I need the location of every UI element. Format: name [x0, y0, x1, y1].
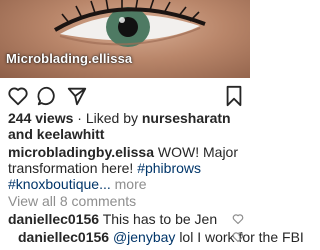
view-all-comments-link[interactable]: View all 8 comments	[8, 193, 136, 209]
liked-by-user-link[interactable]: nursesharatn	[142, 110, 231, 126]
eye-closeup-illustration	[53, 0, 206, 47]
comment-mention[interactable]: @jenybay	[113, 229, 175, 245]
image-watermark-text: Microblading.ellissa	[6, 51, 133, 66]
liked-by-and: and	[8, 126, 33, 142]
comment-like-heart-icon[interactable]	[232, 212, 244, 230]
bookmark-icon[interactable]	[224, 85, 244, 112]
liked-by-prefix: · Liked by	[77, 110, 138, 126]
comment-like-heart-icon[interactable]	[232, 230, 244, 248]
comment-item: daniellec0156 @jenybay lol I work for th…	[18, 229, 304, 245]
liked-by-user-link[interactable]: keelawhitt	[37, 126, 105, 142]
comment-icon[interactable]	[36, 85, 58, 112]
view-count[interactable]: 244 views	[8, 110, 73, 126]
caption-username[interactable]: microbladingby.elissa	[8, 144, 154, 160]
post-image[interactable]: Microblading.ellissa	[0, 0, 250, 78]
comment-text: This has to be Jen	[102, 211, 218, 227]
comment-username[interactable]: daniellec0156	[8, 211, 99, 227]
likes-summary-line2: and keelawhitt	[8, 126, 104, 142]
comment-username[interactable]: daniellec0156	[18, 229, 109, 245]
heart-icon[interactable]	[7, 85, 29, 112]
likes-summary: 244 views · Liked by nursesharatn	[8, 110, 231, 126]
caption-more-link[interactable]: more	[115, 176, 147, 192]
post-action-bar	[0, 84, 250, 108]
comment-item: daniellec0156 This has to be Jen	[8, 211, 217, 227]
post-caption: microbladingby.elissa WOW! Major transfo…	[8, 144, 246, 192]
send-icon[interactable]	[66, 85, 88, 112]
